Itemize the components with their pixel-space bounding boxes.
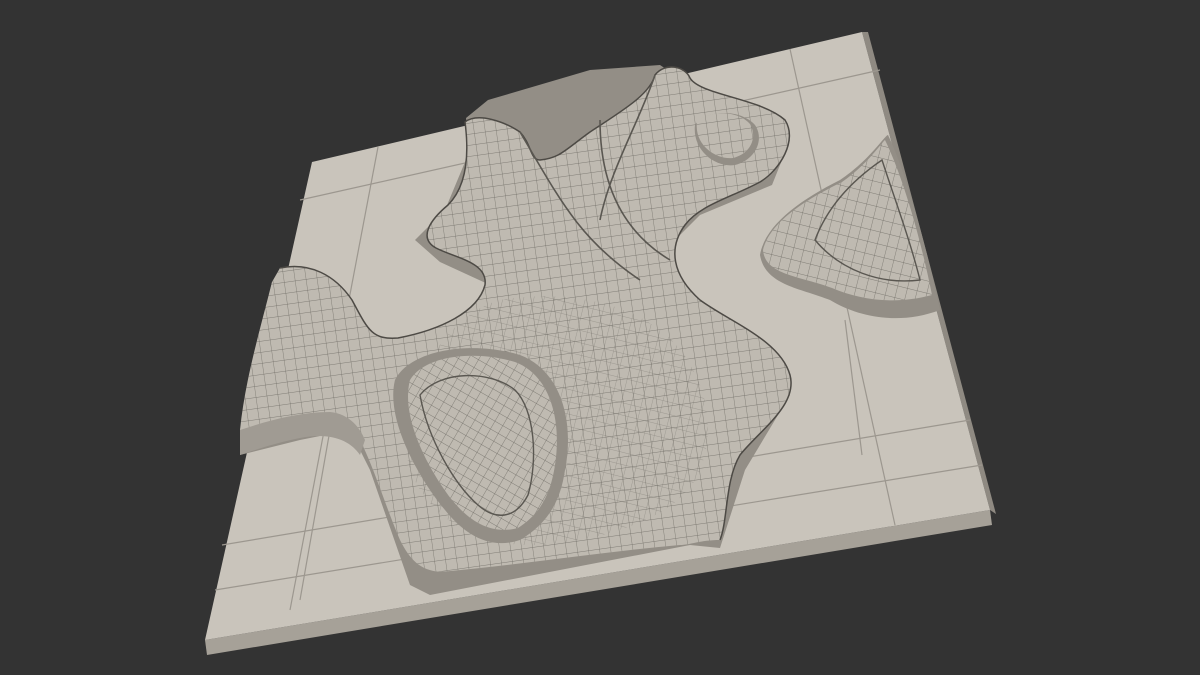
terrain-tile-render (205, 32, 996, 655)
3d-viewport[interactable] (0, 0, 1200, 675)
